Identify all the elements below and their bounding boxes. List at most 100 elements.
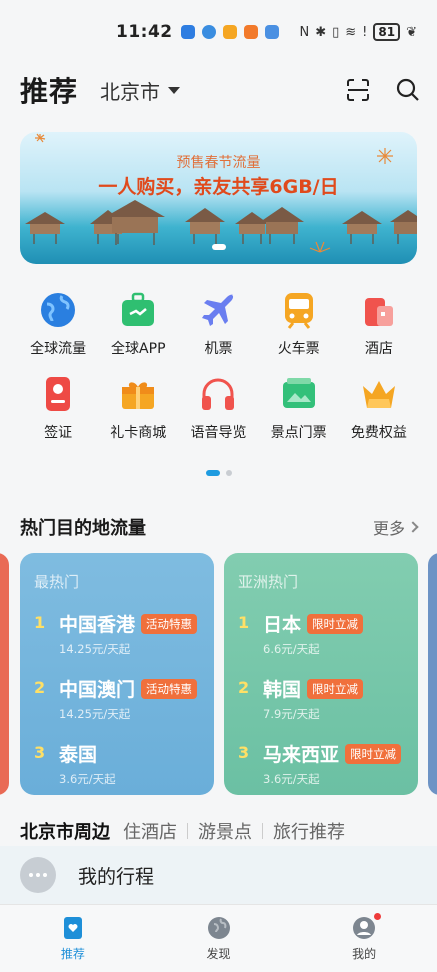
tab-travel-recommendations[interactable]: 旅行推荐	[273, 818, 345, 844]
search-icon[interactable]	[395, 77, 421, 103]
promo-badge: 活动特惠	[141, 678, 198, 699]
scan-icon[interactable]	[345, 77, 371, 103]
headphones-icon	[202, 378, 235, 410]
status-bar: 11:42 N ✱ ▯ ≋ ! 81 ❦	[0, 0, 437, 64]
promo-banner[interactable]: 预售春节流量 一人购买，亲友共享6GB/日	[20, 132, 417, 264]
destination-card-hottest[interactable]: 最热门 1 中国香港 活动特惠 14.25元/天起 2 中国澳门 活动特惠 14…	[20, 553, 214, 795]
city-selector[interactable]: 北京市	[100, 76, 181, 105]
card-title: 亚洲热门	[238, 573, 299, 591]
page-header: 推荐 北京市	[20, 70, 421, 110]
destination-price: 3.6元/天起	[59, 772, 116, 786]
nav-label: 发现	[206, 947, 231, 961]
tab-nearby-city[interactable]: 北京市周边	[20, 818, 110, 844]
grid-item-label: 酒店	[364, 341, 393, 357]
gift-icon	[122, 382, 155, 409]
destination-price: 7.9元/天起	[263, 707, 320, 721]
next-card-peek[interactable]	[428, 553, 437, 795]
grid-page-dot-active[interactable]	[205, 470, 220, 476]
grid-item-train[interactable]: 火车票	[259, 290, 339, 358]
rank-number: 1	[34, 613, 46, 632]
grid-item-hotel[interactable]: 酒店	[339, 290, 419, 358]
city-label: 北京市	[100, 79, 161, 104]
nav-discover[interactable]: 发现	[146, 905, 292, 972]
tab-attractions[interactable]: 游景点	[198, 818, 252, 844]
plane-icon	[202, 294, 234, 326]
hotel-icon	[364, 298, 393, 326]
destination-name: 韩国	[263, 679, 302, 701]
promo-badge: 活动特惠	[141, 613, 198, 634]
globe-icon	[41, 293, 76, 327]
nav-label: 推荐	[60, 947, 85, 961]
grid-item-global-app[interactable]: 全球APP	[98, 290, 178, 358]
destination-name: 日本	[263, 614, 302, 636]
grid-item-gift-card[interactable]: 礼卡商城	[98, 374, 178, 442]
nearby-tabs: 北京市周边 住酒店 游景点 旅行推荐	[20, 818, 437, 844]
destination-item[interactable]: 1 日本 限时立减 6.6元/天起	[238, 610, 404, 657]
status-time: 11:42	[116, 22, 173, 42]
notification-app-icon-2	[201, 25, 216, 39]
grid-pagination	[205, 470, 232, 476]
banner-headline: 一人购买，亲友共享6GB/日	[98, 176, 339, 198]
destination-item[interactable]: 1 中国香港 活动特惠 14.25元/天起	[34, 610, 200, 657]
grid-item-attraction-tickets[interactable]: 景点门票	[259, 374, 339, 442]
grid-item-flights[interactable]: 机票	[178, 290, 258, 358]
rank-number: 2	[238, 678, 250, 697]
banner-subtitle: 预售春节流量	[176, 155, 261, 171]
vibrate-icon: ▯	[332, 24, 340, 40]
promo-badge: 限时立减	[307, 678, 364, 699]
battery-icon: 81	[373, 23, 401, 41]
my-itinerary-bar[interactable]: 我的行程	[0, 846, 437, 904]
train-icon	[284, 293, 313, 329]
destination-name: 泰国	[59, 744, 98, 766]
tab-divider	[116, 823, 117, 839]
promo-badge: 限时立减	[307, 613, 364, 634]
grid-item-label: 机票	[204, 341, 233, 357]
tab-divider	[262, 823, 263, 839]
caret-down-icon	[168, 86, 181, 94]
destination-item[interactable]: 2 中国澳门 活动特惠 14.25元/天起	[34, 675, 200, 722]
tab-hotels[interactable]: 住酒店	[123, 818, 177, 844]
rank-number: 2	[34, 678, 46, 697]
grid-item-label: 签证	[44, 425, 73, 441]
grid-item-global-data[interactable]: 全球流量	[18, 290, 98, 358]
section-title: 热门目的地流量	[20, 518, 146, 539]
notification-app-icon-4	[243, 25, 258, 39]
leaf-icon: ❦	[406, 24, 417, 40]
nav-label: 我的	[352, 947, 377, 961]
visa-icon	[46, 377, 71, 411]
rank-number: 1	[238, 613, 250, 632]
grid-page-dot[interactable]	[225, 470, 232, 476]
grid-item-audio-guide[interactable]: 语音导览	[178, 374, 258, 442]
page-title: 推荐	[20, 75, 79, 108]
grid-item-label: 语音导览	[190, 425, 247, 441]
tab-divider	[187, 823, 188, 839]
grid-item-label: 全球APP	[111, 341, 166, 357]
grid-item-label: 全球流量	[30, 341, 87, 357]
itinerary-label: 我的行程	[78, 865, 155, 888]
notification-dot	[374, 913, 382, 920]
bluetooth-icon: ✱	[315, 24, 327, 40]
suitcase-icon	[122, 292, 155, 326]
destination-card-asia[interactable]: 亚洲热门 1 日本 限时立减 6.6元/天起 2 韩国 限时立减 7.9元/天起…	[224, 553, 418, 795]
hot-destinations-header: 热门目的地流量 更多	[20, 514, 419, 540]
rank-number: 3	[238, 743, 250, 762]
destination-item[interactable]: 3 泰国 3.6元/天起	[34, 740, 200, 787]
grid-item-label: 景点门票	[270, 425, 327, 441]
more-dots-icon[interactable]	[20, 857, 56, 893]
nav-recommend[interactable]: 推荐	[0, 905, 146, 972]
ticket-icon	[282, 378, 315, 408]
profile-icon	[353, 917, 376, 939]
destination-item[interactable]: 3 马来西亚 限时立减 3.6元/天起	[238, 740, 404, 787]
more-link[interactable]: 更多	[373, 515, 419, 539]
grid-item-free-benefits[interactable]: 免费权益	[339, 374, 419, 442]
previous-card-peek[interactable]	[0, 553, 9, 795]
destination-price: 14.25元/天起	[59, 707, 131, 721]
promo-badge: 限时立减	[345, 743, 402, 764]
notification-app-icon-5	[264, 25, 279, 39]
destination-item[interactable]: 2 韩国 限时立减 7.9元/天起	[238, 675, 404, 722]
grid-item-visa[interactable]: 签证	[18, 374, 98, 442]
nfc-icon: N	[299, 24, 310, 40]
destination-name: 中国澳门	[59, 679, 136, 701]
nav-profile[interactable]: 我的	[291, 905, 437, 972]
notification-app-icon-1	[180, 25, 195, 39]
